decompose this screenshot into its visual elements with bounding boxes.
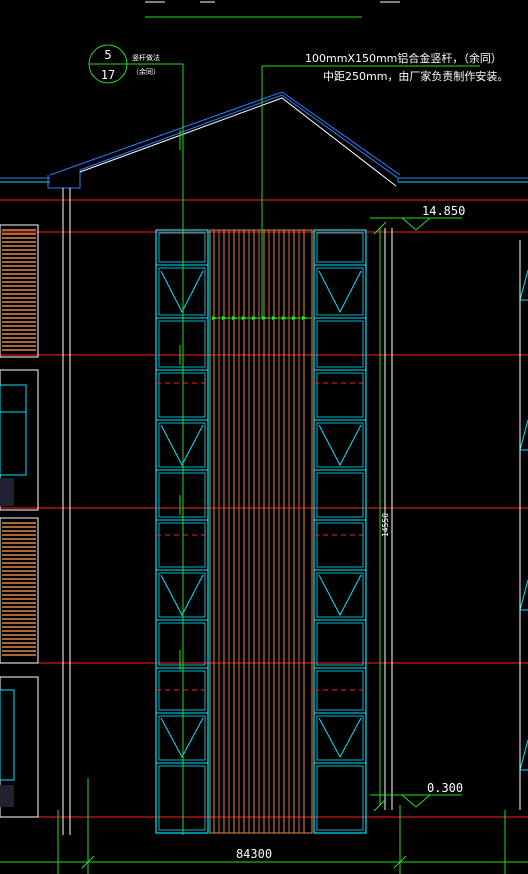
mullion-annotation: 100mmX150mm铝合金竖杆，（余同） 中距250mm，由厂家负责制作安装。 bbox=[305, 51, 508, 83]
vertical-dimension: 14550 bbox=[373, 221, 390, 812]
leader-arrowhead bbox=[212, 316, 218, 320]
top-remnants bbox=[145, 1, 400, 18]
callout-label-2: （余同） bbox=[132, 67, 160, 76]
left-louver-bottom bbox=[2, 522, 36, 656]
window-pane bbox=[158, 572, 206, 618]
leader-arrowhead bbox=[252, 316, 258, 320]
horizontal-dimension-label: 84300 bbox=[236, 847, 272, 861]
window-pane bbox=[316, 622, 364, 666]
elevation-bottom-label: 0.300 bbox=[427, 781, 463, 795]
elevation-mark-top: 14.850 bbox=[370, 204, 465, 231]
leader-arrowhead bbox=[232, 316, 238, 320]
window-pane bbox=[158, 522, 206, 568]
window-pane bbox=[158, 622, 206, 666]
aluminum-mullions bbox=[209, 229, 313, 834]
callout-sheet: 17 bbox=[101, 68, 115, 82]
window-pane bbox=[316, 572, 364, 618]
leader-arrowhead bbox=[292, 316, 298, 320]
window-frame bbox=[313, 229, 367, 834]
gable-roof bbox=[47, 91, 401, 189]
window-pane bbox=[158, 372, 206, 418]
window-pane bbox=[158, 267, 206, 316]
window-pane bbox=[316, 472, 364, 518]
window-pane bbox=[316, 320, 364, 368]
window-pane bbox=[316, 522, 364, 568]
window-frame bbox=[155, 229, 209, 834]
callout-number: 5 bbox=[104, 48, 111, 62]
window-opening-mark bbox=[318, 270, 362, 314]
window-pane bbox=[316, 232, 364, 263]
window-pane bbox=[158, 232, 206, 263]
elevation-top-label: 14.850 bbox=[422, 204, 465, 218]
window-pane bbox=[316, 422, 364, 468]
left-wing bbox=[0, 224, 39, 818]
window-opening-mark bbox=[318, 717, 362, 759]
window-pane bbox=[158, 472, 206, 518]
right-wing bbox=[519, 240, 528, 810]
window-pane bbox=[158, 715, 206, 761]
building-walls bbox=[62, 188, 393, 835]
leader-arrowhead bbox=[262, 316, 268, 320]
vertical-dimension-label: 14550 bbox=[381, 513, 390, 537]
window-pane bbox=[316, 715, 364, 761]
window-column-left bbox=[155, 229, 209, 834]
window-opening-mark bbox=[160, 270, 204, 314]
annotation-line-1: 100mmX150mm铝合金竖杆，（余同） bbox=[305, 51, 502, 65]
window-pane bbox=[158, 422, 206, 468]
window-opening-mark bbox=[160, 574, 204, 617]
window-opening-mark bbox=[318, 574, 362, 617]
window-pane bbox=[316, 267, 364, 316]
leader-arrowhead bbox=[272, 316, 278, 320]
callout-label-1: 竖杆做法 bbox=[132, 53, 160, 62]
window-pane bbox=[316, 765, 364, 831]
leader-arrowhead bbox=[282, 316, 288, 320]
annotation-line-2: 中距250mm，由厂家负责制作安装。 bbox=[323, 69, 508, 83]
cad-elevation-drawing: 5 17 竖杆做法 （余同） 100mmX150mm铝合金竖杆，（余同） 中距2… bbox=[0, 1, 528, 874]
window-pane bbox=[158, 320, 206, 368]
leader-arrowhead bbox=[242, 316, 248, 320]
window-opening-mark bbox=[160, 424, 204, 467]
mullion-frame bbox=[209, 229, 313, 834]
window-pane bbox=[158, 765, 206, 831]
eaves-lines bbox=[0, 177, 528, 183]
window-pane bbox=[316, 372, 364, 418]
leader-arrowhead bbox=[222, 316, 228, 320]
window-opening-mark bbox=[318, 424, 362, 467]
elevation-mark-bottom: 0.300 bbox=[370, 781, 463, 808]
window-column-right bbox=[313, 229, 367, 834]
left-louver-top bbox=[2, 229, 36, 351]
leader-arrowhead bbox=[302, 316, 308, 320]
window-opening-mark bbox=[160, 717, 204, 759]
